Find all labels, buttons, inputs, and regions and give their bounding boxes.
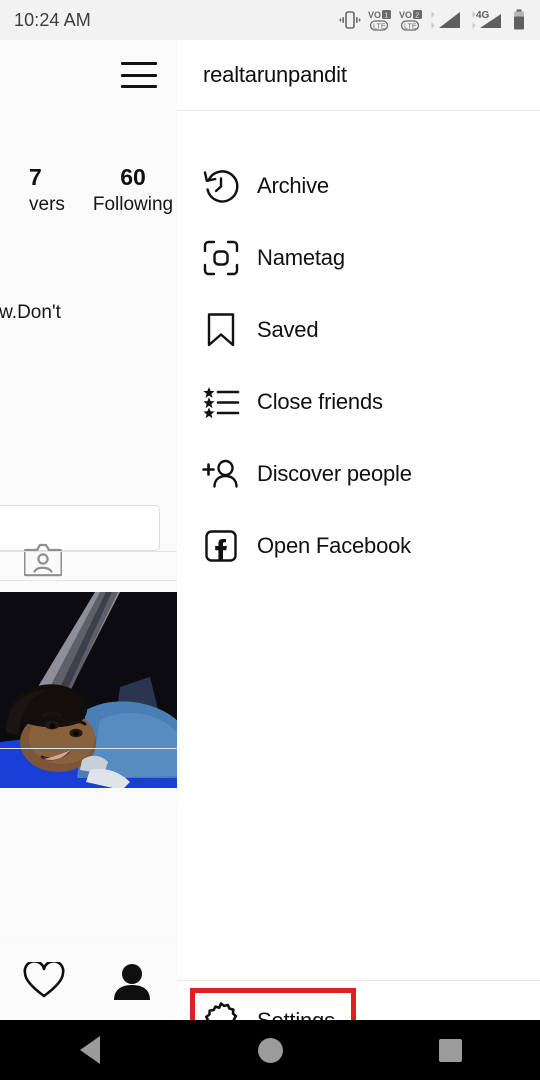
heart-icon [23, 961, 65, 997]
profile-photo-thumbnail[interactable] [0, 592, 177, 788]
status-bar: 10:24 AM VO 1 LTE VO 2 LTE 4G [0, 0, 540, 40]
svg-text:2: 2 [415, 13, 419, 20]
status-bar-clock: 10:24 AM [14, 9, 91, 30]
menu-item-close-friends[interactable]: Close friends [177, 366, 540, 438]
close-friends-star-list-icon [193, 383, 249, 421]
profile-bio: how.Don't [0, 302, 177, 324]
activity-tab[interactable] [0, 961, 88, 1000]
profile-divider-bottom [0, 551, 177, 552]
svg-text:VO: VO [368, 10, 381, 20]
facebook-icon [193, 527, 249, 565]
tagged-photos-icon[interactable] [23, 540, 63, 583]
status-bar-icons: VO 1 LTE VO 2 LTE 4G [339, 9, 526, 31]
followers-label: vers [29, 194, 65, 215]
svg-text:4G: 4G [476, 10, 490, 21]
triangle-back-icon [80, 1036, 100, 1064]
menu-item-saved[interactable]: Saved [177, 294, 540, 366]
menu-item-label: Open Facebook [257, 533, 411, 558]
menu-item-discover-people[interactable]: Discover people [177, 438, 540, 510]
person-icon [114, 963, 150, 1000]
square-recents-icon [438, 1038, 462, 1062]
profile-panel-background: 7 vers 60 Following how.Don't [0, 40, 177, 940]
back-button[interactable] [0, 1036, 180, 1064]
home-button[interactable] [180, 1037, 360, 1063]
menu-item-archive[interactable]: Archive [177, 150, 540, 222]
menu-header-divider [177, 110, 540, 111]
svg-text:LTE: LTE [373, 21, 386, 30]
profile-stats: 7 vers 60 Following [0, 162, 177, 218]
phone-screen: 10:24 AM VO 1 LTE VO 2 LTE 4G 7 vers 60 … [0, 0, 540, 1080]
menu-item-label: Saved [257, 317, 319, 342]
volte-sim2-icon: VO 2 LTE [399, 10, 422, 31]
profile-bio-text: how.Don't [0, 302, 61, 323]
menu-item-open-facebook[interactable]: Open Facebook [177, 510, 540, 582]
signal-sim1-icon [431, 11, 460, 29]
volte-sim1-icon: VO 1 LTE [368, 10, 391, 31]
recents-button[interactable] [360, 1038, 540, 1062]
bookmark-icon [193, 311, 249, 349]
network-4g-icon: 4G [472, 10, 501, 29]
menu-item-label: Close friends [257, 389, 383, 414]
hamburger-menu-icon[interactable] [121, 62, 157, 88]
menu-item-label: Nametag [257, 245, 345, 270]
profile-photo-bottom-divider [0, 748, 177, 749]
vibrate-icon [339, 11, 361, 29]
followers-count: 7 [29, 164, 42, 190]
menu-item-nametag[interactable]: Nametag [177, 222, 540, 294]
following-stat[interactable]: 60 Following [89, 162, 177, 218]
nametag-scan-icon [193, 239, 249, 277]
add-person-icon [193, 455, 249, 493]
archive-clock-icon [193, 167, 249, 205]
bottom-tab-bar [0, 941, 177, 1020]
android-navigation-bar [0, 1020, 540, 1080]
menu-items-list: Archive Nametag Saved Close friends Disc… [177, 150, 540, 582]
followers-stat[interactable]: 7 vers [29, 162, 89, 218]
menu-username: realtarunpandit [203, 62, 347, 87]
svg-text:VO: VO [399, 10, 412, 20]
svg-text:LTE: LTE [404, 21, 417, 30]
following-label: Following [92, 194, 174, 215]
side-menu-panel: realtarunpandit Archive Nametag Saved Cl… [177, 40, 540, 1052]
circle-home-icon [257, 1037, 283, 1063]
profile-tab[interactable] [88, 961, 176, 1001]
following-count: 60 [120, 164, 146, 190]
menu-item-label: Archive [257, 173, 329, 198]
svg-text:1: 1 [384, 13, 388, 20]
profile-header [0, 40, 177, 110]
battery-icon [514, 9, 524, 30]
menu-item-label: Discover people [257, 461, 412, 486]
